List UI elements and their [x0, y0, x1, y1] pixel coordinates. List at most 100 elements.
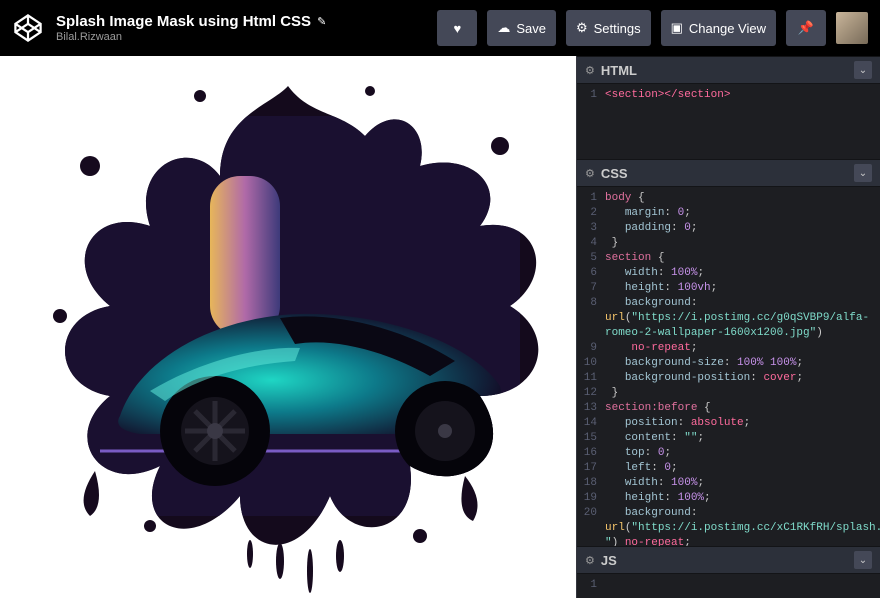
cloud-icon: ☁	[497, 20, 510, 36]
code-content: section:before {	[605, 401, 880, 416]
line-number: 18	[577, 476, 605, 491]
code-line[interactable]: 18 width: 100%;	[577, 476, 880, 491]
code-line[interactable]: 20 background:	[577, 506, 880, 521]
code-line[interactable]: 1body {	[577, 191, 880, 206]
line-number: 4	[577, 236, 605, 251]
code-line[interactable]: 11 background-position: cover;	[577, 371, 880, 386]
line-number: 1	[577, 88, 605, 103]
splash-preview-image	[0, 56, 576, 598]
code-content: background-position: cover;	[605, 371, 880, 386]
code-content: ") no-repeat;	[605, 536, 880, 546]
css-panel: ⚙ CSS ⌄ 1body {2 margin: 0;3 padding: 0;…	[577, 159, 880, 546]
css-editor[interactable]: 1body {2 margin: 0;3 padding: 0;4 }5sect…	[577, 187, 880, 546]
layout-icon: ▣	[671, 20, 683, 36]
code-line[interactable]: 9 no-repeat;	[577, 341, 880, 356]
code-content: width: 100%;	[605, 266, 880, 281]
line-number: 3	[577, 221, 605, 236]
code-line[interactable]: 19 height: 100%;	[577, 491, 880, 506]
code-content: url("https://i.postimg.cc/g0qSVBP9/alfa-	[605, 311, 880, 326]
css-panel-header[interactable]: ⚙ CSS ⌄	[577, 159, 880, 187]
code-line[interactable]: 1	[577, 578, 880, 593]
code-content	[605, 578, 880, 593]
code-line[interactable]: 4 }	[577, 236, 880, 251]
code-content: no-repeat;	[605, 341, 880, 356]
line-number: 11	[577, 371, 605, 386]
code-line[interactable]: ") no-repeat;	[577, 536, 880, 546]
line-number: 6	[577, 266, 605, 281]
save-button[interactable]: ☁ Save	[487, 10, 556, 46]
line-number: 2	[577, 206, 605, 221]
line-number	[577, 536, 605, 546]
edit-title-icon[interactable]: ✎	[317, 15, 326, 28]
code-content: url("https://i.postimg.cc/xC1RKfRH/splas…	[605, 521, 880, 536]
header-bar: Splash Image Mask using Html CSS ✎ Bilal…	[0, 0, 880, 56]
code-line[interactable]: url("https://i.postimg.cc/xC1RKfRH/splas…	[577, 521, 880, 536]
code-content: position: absolute;	[605, 416, 880, 431]
gear-icon[interactable]: ⚙	[585, 167, 595, 180]
code-content: <section></section>	[605, 88, 880, 103]
code-line[interactable]: 2 margin: 0;	[577, 206, 880, 221]
code-content: }	[605, 386, 880, 401]
chevron-down-icon[interactable]: ⌄	[854, 551, 872, 569]
code-content: section {	[605, 251, 880, 266]
line-number: 13	[577, 401, 605, 416]
code-content: }	[605, 236, 880, 251]
line-number: 20	[577, 506, 605, 521]
code-content: left: 0;	[605, 461, 880, 476]
chevron-down-icon[interactable]: ⌄	[854, 61, 872, 79]
code-line[interactable]: romeo-2-wallpaper-1600x1200.jpg")	[577, 326, 880, 341]
settings-button[interactable]: ⚙ Settings	[566, 10, 651, 46]
codepen-logo[interactable]	[12, 12, 44, 44]
js-panel: ⚙ JS ⌄ 1	[577, 546, 880, 598]
code-line[interactable]: 14 position: absolute;	[577, 416, 880, 431]
heart-icon: ♥	[453, 21, 461, 36]
pin-icon: 📌	[798, 20, 814, 36]
like-button[interactable]: ♥	[437, 10, 477, 46]
code-line[interactable]: 12 }	[577, 386, 880, 401]
js-panel-header[interactable]: ⚙ JS ⌄	[577, 546, 880, 574]
avatar[interactable]	[836, 12, 868, 44]
code-line[interactable]: 3 padding: 0;	[577, 221, 880, 236]
line-number: 10	[577, 356, 605, 371]
html-panel-label: HTML	[601, 63, 637, 78]
code-line[interactable]: 6 width: 100%;	[577, 266, 880, 281]
code-line[interactable]: 13section:before {	[577, 401, 880, 416]
codepen-logo-icon	[14, 14, 42, 42]
author-name[interactable]: Bilal.Rizwaan	[56, 31, 326, 43]
gear-icon[interactable]: ⚙	[585, 64, 595, 77]
code-content: top: 0;	[605, 446, 880, 461]
js-editor[interactable]: 1	[577, 574, 880, 598]
code-line[interactable]: 16 top: 0;	[577, 446, 880, 461]
gear-icon[interactable]: ⚙	[585, 554, 595, 567]
code-line[interactable]: 7 height: 100vh;	[577, 281, 880, 296]
code-content: romeo-2-wallpaper-1600x1200.jpg")	[605, 326, 880, 341]
chevron-down-icon[interactable]: ⌄	[854, 164, 872, 182]
code-line[interactable]: 15 content: "";	[577, 431, 880, 446]
line-number: 1	[577, 578, 605, 593]
html-panel: ⚙ HTML ⌄ 1<section></section>	[577, 56, 880, 159]
line-number: 12	[577, 386, 605, 401]
code-content: height: 100%;	[605, 491, 880, 506]
code-line[interactable]: 8 background:	[577, 296, 880, 311]
change-view-label: Change View	[689, 21, 766, 36]
line-number: 7	[577, 281, 605, 296]
html-editor[interactable]: 1<section></section>	[577, 84, 880, 159]
code-line[interactable]: 10 background-size: 100% 100%;	[577, 356, 880, 371]
code-line[interactable]: 17 left: 0;	[577, 461, 880, 476]
html-panel-header[interactable]: ⚙ HTML ⌄	[577, 56, 880, 84]
change-view-button[interactable]: ▣ Change View	[661, 10, 776, 46]
editors-column: ⚙ HTML ⌄ 1<section></section> ⚙ CSS ⌄ 1b…	[576, 56, 880, 598]
main-area: ⚙ HTML ⌄ 1<section></section> ⚙ CSS ⌄ 1b…	[0, 56, 880, 598]
code-line[interactable]: 5section {	[577, 251, 880, 266]
code-content: width: 100%;	[605, 476, 880, 491]
pin-button[interactable]: 📌	[786, 10, 826, 46]
title-block: Splash Image Mask using Html CSS ✎ Bilal…	[56, 13, 326, 43]
settings-label: Settings	[594, 21, 641, 36]
code-content: background:	[605, 506, 880, 521]
save-label: Save	[516, 21, 546, 36]
code-content: padding: 0;	[605, 221, 880, 236]
line-number: 8	[577, 296, 605, 311]
line-number: 9	[577, 341, 605, 356]
code-line[interactable]: url("https://i.postimg.cc/g0qSVBP9/alfa-	[577, 311, 880, 326]
code-line[interactable]: 1<section></section>	[577, 88, 880, 103]
